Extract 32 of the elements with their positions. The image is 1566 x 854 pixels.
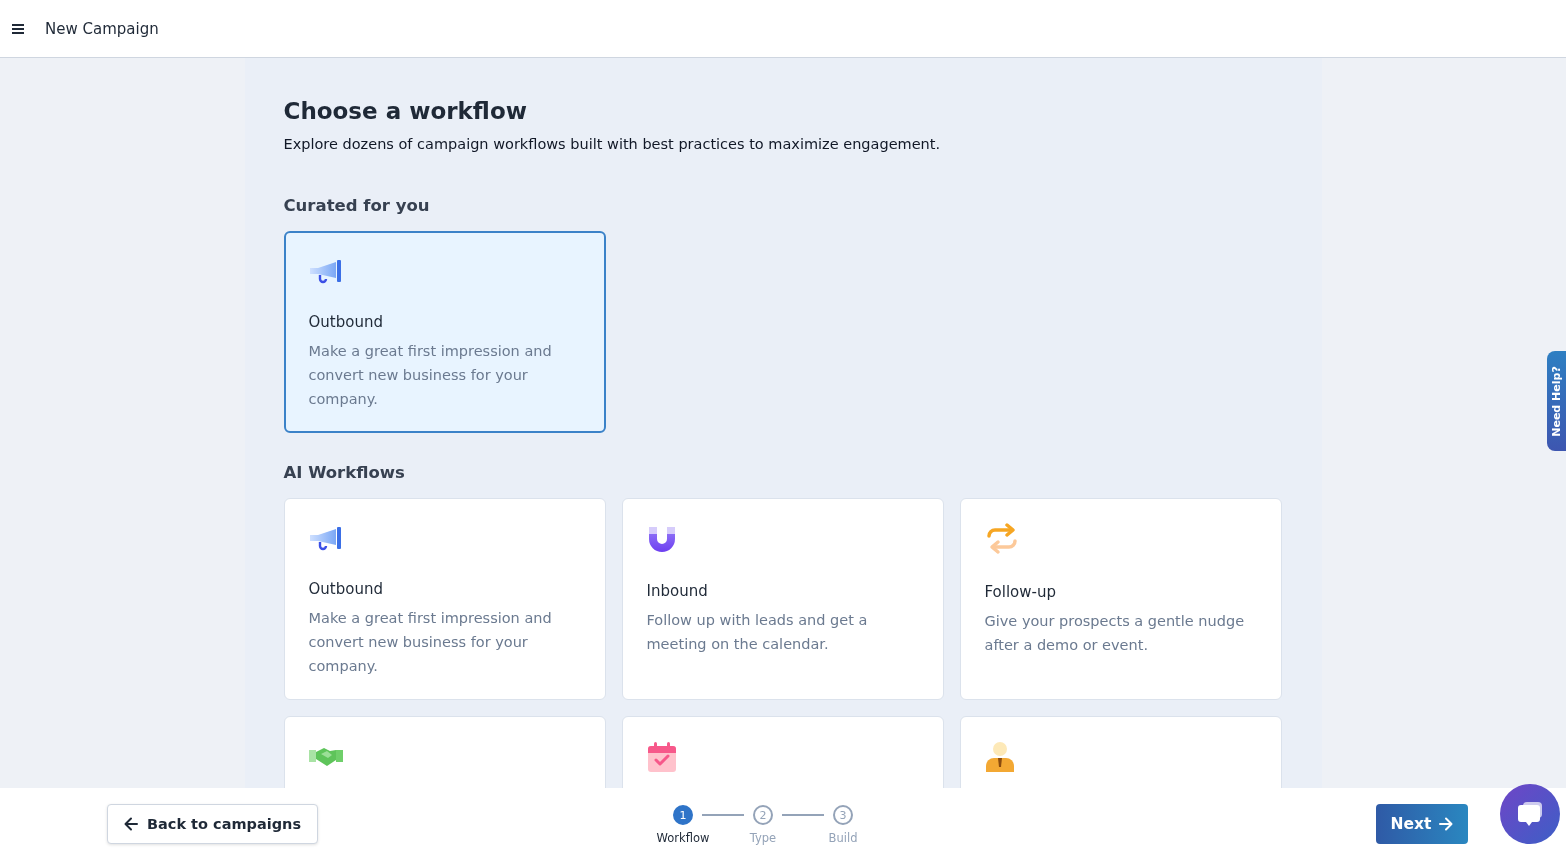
- card-description: Follow up with leads and get a meeting on the calendar.: [646, 611, 869, 654]
- workflow-card[interactable]: Follow-up Give your prospects a gentle nudge after a demo or event.: [959, 498, 1282, 700]
- chat-button[interactable]: [1500, 784, 1560, 844]
- arrow-right-icon: [1439, 817, 1454, 831]
- step-label: Type: [749, 831, 777, 845]
- page-title: New Campaign: [45, 19, 159, 38]
- card-description: Make a great first impression and convert new business for your company.: [308, 609, 553, 676]
- card-title: Follow-up: [984, 583, 1057, 601]
- workflow-card[interactable]: Outbound Make a great first impression and convert new business for your company.: [283, 231, 606, 433]
- need-help-tab[interactable]: Need Help?: [1547, 351, 1566, 451]
- card-title: Outbound: [308, 313, 384, 331]
- workflow-card[interactable]: Outbound Make a great first impression and convert new business for your company.: [283, 498, 606, 700]
- arrow-left-icon: [124, 817, 138, 831]
- card-title: Inbound: [646, 582, 709, 600]
- arrows-icon: [984, 524, 1019, 554]
- section-title: AI Workflows: [283, 463, 406, 482]
- page-subtitle: Explore dozens of campaign workflows built with best practices to maximize engagement.: [283, 136, 942, 152]
- section-title: Curated for you: [283, 196, 431, 215]
- calendar-icon: [646, 742, 677, 772]
- magnet-icon: [646, 524, 677, 554]
- step-label: Build: [828, 831, 858, 845]
- step-label: Workflow: [656, 831, 710, 845]
- next-button[interactable]: Next: [1376, 804, 1468, 844]
- card-title: Outbound: [308, 580, 384, 598]
- person-icon: [984, 742, 1015, 772]
- step-number[interactable]: 1: [673, 805, 693, 825]
- page-heading: Choose a workflow: [283, 98, 528, 124]
- back-button[interactable]: Back to campaigns: [107, 804, 319, 844]
- workflow-card[interactable]: Inbound Follow up with leads and get a meeting on the calendar.: [621, 498, 944, 700]
- card-description: Make a great first impression and convert new business for your company.: [308, 342, 553, 409]
- menu-icon[interactable]: [12, 23, 24, 34]
- card-description: Give your prospects a gentle nudge after a demo or event.: [984, 612, 1246, 655]
